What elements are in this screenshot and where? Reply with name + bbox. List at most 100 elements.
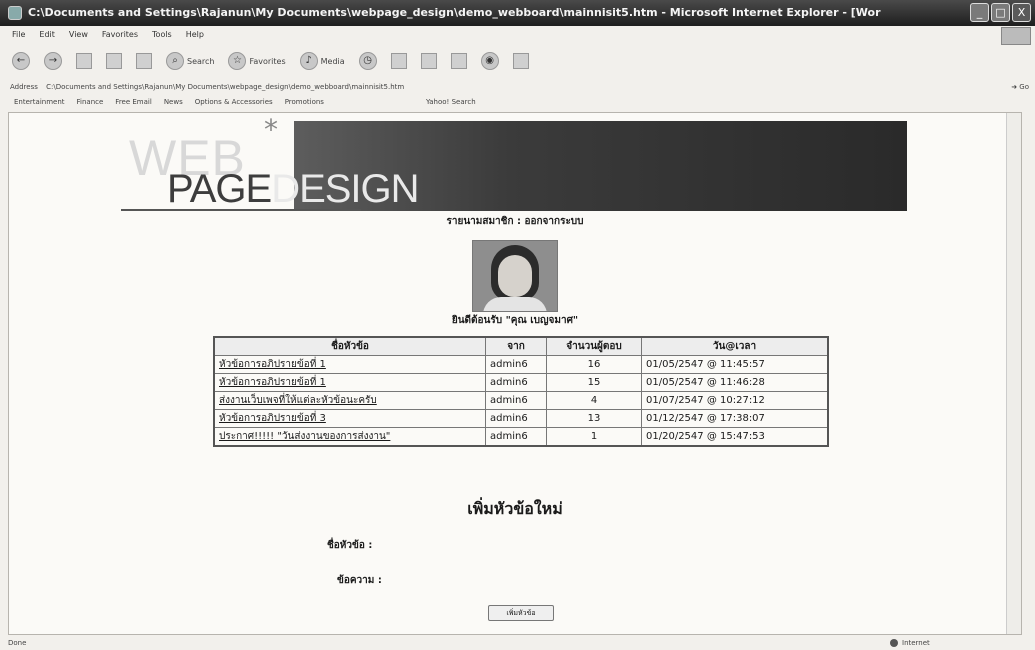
menu-tools[interactable]: Tools (152, 26, 172, 44)
topic-link[interactable]: หัวข้อการอภิปรายข้อที่ 1 (213, 373, 486, 392)
menu-bar: File Edit View Favorites Tools Help (0, 26, 1035, 44)
refresh-button[interactable] (106, 53, 122, 69)
subject-input[interactable] (397, 537, 601, 551)
link-entertainment[interactable]: Entertainment (14, 95, 65, 109)
menu-help[interactable]: Help (186, 26, 204, 44)
stop-button[interactable] (76, 53, 92, 69)
globe-icon (890, 639, 898, 647)
topic-datetime: 01/20/2547 @ 15:47:53 (641, 427, 829, 447)
favorites-button[interactable]: ☆ Favorites (228, 52, 286, 70)
link-finance[interactable]: Finance (77, 95, 104, 109)
address-label: Address (10, 83, 38, 91)
links-bar: Entertainment Finance Free Email News Op… (0, 95, 1035, 109)
add-topic-button[interactable]: เพิ่มหัวข้อ (488, 605, 554, 621)
messenger-button[interactable]: ◉ (480, 52, 499, 70)
search-button[interactable]: ⌕ Search (166, 52, 214, 70)
topic-datetime: 01/05/2547 @ 11:45:57 (641, 355, 829, 374)
print-button[interactable] (420, 53, 437, 69)
back-button[interactable]: ← (12, 52, 30, 70)
col-datetime-header: วัน@เวลา (641, 336, 829, 356)
close-button[interactable]: X (1012, 3, 1031, 22)
link-news[interactable]: News (164, 95, 183, 109)
print-icon (420, 53, 437, 69)
topic-author: admin6 (485, 355, 547, 374)
topic-replies: 4 (546, 391, 642, 410)
topic-author: admin6 (485, 409, 547, 428)
go-label: Go (1019, 83, 1029, 91)
welcome-message: ยินดีต้อนรับ "คุณ เบญจมาศ" (451, 315, 579, 326)
ie-logo-icon (8, 6, 22, 20)
message-label: ข้อความ : (337, 575, 382, 586)
maximize-button[interactable]: □ (991, 3, 1010, 22)
topic-link[interactable]: ประกาศ!!!!! "วันส่งงานของการส่งงาน" (213, 427, 486, 447)
message-input[interactable] (397, 572, 601, 586)
user-avatar (472, 240, 558, 312)
member-links[interactable]: รายนามสมาชิก : ออกจากระบบ (9, 214, 1021, 229)
go-button[interactable]: ➜ Go (1011, 79, 1029, 95)
zone-label: Internet (902, 639, 930, 647)
topic-replies: 1 (546, 427, 642, 447)
browser-window: C:\Documents and Settings\Rajanun\My Doc… (0, 0, 1035, 650)
mail-icon (390, 53, 407, 69)
topic-datetime: 01/07/2547 @ 10:27:12 (641, 391, 829, 410)
link-promotions[interactable]: Promotions (285, 95, 324, 109)
banner-page-text: PAGE (167, 167, 272, 211)
status-text: Done (8, 639, 27, 647)
menu-edit[interactable]: Edit (39, 26, 55, 44)
history-button[interactable]: ◷ (358, 52, 377, 70)
yahoo-search-box[interactable]: Yahoo! Search (426, 95, 476, 109)
research-button[interactable] (512, 53, 529, 69)
address-input[interactable]: C:\Documents and Settings\Rajanun\My Doc… (46, 83, 404, 91)
forward-arrow-icon: → (44, 52, 62, 70)
back-arrow-icon: ← (12, 52, 30, 70)
topics-table: ชื่อหัวข้อ จาก จำนวนผู้ตอบ วัน@เวลา หัวข… (213, 336, 829, 447)
banner-pagedesign-text: PAGEDESIGN (167, 167, 420, 212)
topic-link[interactable]: หัวข้อการอภิปรายข้อที่ 1 (213, 355, 486, 374)
window-title: C:\Documents and Settings\Rajanun\My Doc… (28, 6, 881, 19)
star-icon: ☆ (228, 52, 247, 70)
link-options-accessories[interactable]: Options & Accessories (195, 95, 273, 109)
minimize-button[interactable]: _ (970, 3, 989, 22)
vertical-scrollbar[interactable] (1006, 113, 1021, 634)
banner-underline (121, 209, 361, 211)
media-button[interactable]: ♪ Media (299, 52, 345, 70)
search-icon: ⌕ (166, 52, 184, 70)
research-icon (512, 53, 529, 69)
table-row: หัวข้อการอภิปรายข้อที่ 1 admin6 16 01/05… (213, 355, 829, 374)
windows-logo-icon (1001, 27, 1031, 45)
table-row: ประกาศ!!!!! "วันส่งงานของการส่งงาน" admi… (213, 427, 829, 447)
menu-view[interactable]: View (69, 26, 88, 44)
col-from-header: จาก (485, 336, 547, 356)
topic-replies: 16 (546, 355, 642, 374)
menu-favorites[interactable]: Favorites (102, 26, 138, 44)
mail-button[interactable] (390, 53, 407, 69)
topic-author: admin6 (485, 427, 547, 447)
topic-author: admin6 (485, 391, 547, 410)
new-topic-heading: เพิ่มหัวข้อใหม่ (467, 499, 563, 518)
title-bar: C:\Documents and Settings\Rajanun\My Doc… (0, 0, 1035, 26)
toolbar: ← → ⌕ Search ☆ Favorites ♪ Media ◷ ◉ (0, 44, 1035, 78)
messenger-icon: ◉ (480, 52, 499, 70)
col-subject-header: ชื่อหัวข้อ (213, 336, 486, 356)
subject-label: ชื่อหัวข้อ : (327, 540, 373, 551)
topic-link[interactable]: ส่งงานเว็บเพจที่ให้แต่ละหัวข้อนะครับ (213, 391, 486, 410)
banner-star-icon: * (264, 113, 278, 146)
table-row: หัวข้อการอภิปรายข้อที่ 3 admin6 13 01/12… (213, 409, 829, 428)
home-button[interactable] (136, 53, 152, 69)
col-replies-header: จำนวนผู้ตอบ (546, 336, 642, 356)
topic-replies: 13 (546, 409, 642, 428)
search-label: Search (187, 56, 215, 66)
edit-button[interactable] (450, 53, 467, 69)
media-label: Media (320, 56, 345, 66)
topic-datetime: 01/05/2547 @ 11:46:28 (641, 373, 829, 392)
forward-button[interactable]: → (44, 52, 62, 70)
topic-datetime: 01/12/2547 @ 17:38:07 (641, 409, 829, 428)
site-banner: WEB * PAGEDESIGN (121, 113, 907, 212)
menu-file[interactable]: File (12, 26, 25, 44)
stop-icon (76, 53, 92, 69)
link-free-email[interactable]: Free Email (115, 95, 152, 109)
security-zone: Internet (890, 636, 930, 650)
favorites-label: Favorites (249, 56, 286, 66)
edit-icon (450, 53, 467, 69)
topic-link[interactable]: หัวข้อการอภิปรายข้อที่ 3 (213, 409, 486, 428)
